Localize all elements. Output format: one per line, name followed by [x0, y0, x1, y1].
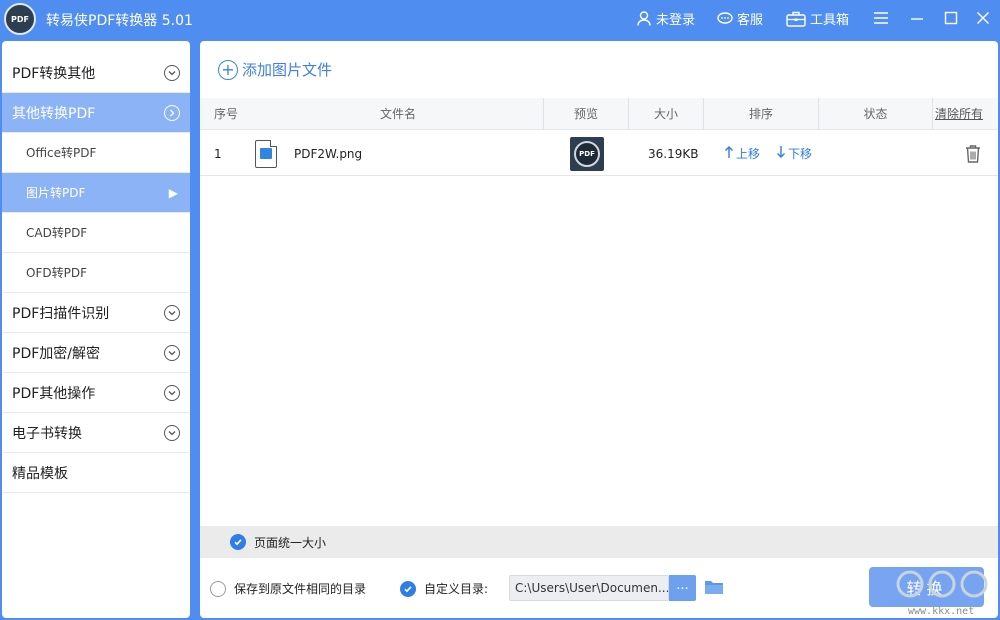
app-logo-text: PDF [11, 14, 29, 24]
sidebar-item-pdf-ocr[interactable]: PDF扫描件识别 [2, 293, 190, 333]
folder-icon[interactable] [704, 578, 724, 596]
arrow-up-icon [724, 145, 734, 162]
sidebar-item-pdf-to-other[interactable]: PDF转换其他 [2, 53, 190, 93]
sidebar-subitem-office-to-pdf[interactable]: Office转PDF [2, 133, 190, 173]
chevron-right-icon [164, 104, 180, 121]
close-icon[interactable] [973, 8, 993, 28]
sidebar-item-label: PDF加密/解密 [12, 345, 100, 362]
row-index: 1 [214, 146, 222, 161]
play-arrow-icon: ▶ [168, 185, 178, 200]
sidebar-subitem-cad-to-pdf[interactable]: CAD转PDF [2, 213, 190, 253]
title-bar: PDF 转易侠PDF转换器 5.01 未登录 客服 工具箱 [0, 0, 1000, 38]
move-up-link[interactable]: 上移 [724, 145, 760, 162]
clear-all-link[interactable]: 清除所有 [935, 98, 983, 130]
add-image-button[interactable]: + 添加图片文件 [218, 59, 332, 80]
bottom-bar: 保存到原文件相同的目录 自定义目录: C:\Users\User\Documen… [200, 558, 998, 618]
custom-dir-option[interactable]: 自定义目录: [400, 580, 488, 597]
toolbox-icon [786, 11, 806, 27]
login-label: 未登录 [656, 13, 696, 28]
browse-button[interactable]: ... [669, 575, 696, 601]
sidebar-item-label: 其他转换PDF [12, 105, 96, 122]
trash-icon [966, 144, 980, 163]
sidebar-item-ebook[interactable]: 电子书转换 [2, 413, 190, 453]
sidebar-item-label: PDF扫描件识别 [12, 305, 110, 322]
sidebar-item-label: 电子书转换 [12, 425, 82, 442]
toolbox-label: 工具箱 [810, 13, 850, 28]
sidebar-item-label: 精品模板 [12, 465, 68, 482]
sidebar-item-label: PDF其他操作 [12, 385, 96, 402]
delete-button[interactable] [964, 131, 982, 176]
col-size: 大小 [653, 107, 678, 121]
col-filename: 文件名 [379, 107, 416, 121]
sidebar-item-label: PDF转换其他 [12, 65, 96, 82]
save-same-dir-label: 保存到原文件相同的目录 [234, 582, 367, 596]
col-sort: 排序 [748, 107, 773, 121]
row-preview-thumbnail[interactable]: PDF [570, 131, 604, 176]
toolbox-button[interactable]: 工具箱 [786, 9, 849, 28]
main-panel: + 添加图片文件 序号 文件名 预览 大小 排序 状态 清除所有 1 PDF2W… [200, 41, 998, 618]
add-image-label: 添加图片文件 [242, 61, 333, 79]
app-logo: PDF [4, 3, 36, 35]
sidebar-item-label: OFD转PDF [26, 266, 87, 280]
chevron-down-icon [164, 64, 180, 81]
chevron-down-icon [164, 424, 180, 441]
move-up-label: 上移 [736, 147, 761, 161]
minimize-icon[interactable] [907, 8, 927, 28]
col-status: 状态 [863, 107, 888, 121]
sidebar-item-templates[interactable]: 精品模板 [2, 453, 190, 493]
menu-icon[interactable] [871, 8, 891, 28]
col-index: 序号 [213, 107, 238, 121]
watermark-url: www.kkx.net [908, 606, 975, 617]
service-label: 客服 [737, 13, 764, 28]
move-down-link[interactable]: 下移 [776, 145, 812, 162]
save-same-dir-option[interactable]: 保存到原文件相同的目录 [210, 580, 366, 597]
row-size: 36.19KB [648, 146, 699, 161]
sidebar-item-label: 图片转PDF [26, 186, 86, 200]
sidebar: PDF转换其他 其他转换PDF Office转PDF 图片转PDF ▶ CAD转… [2, 41, 190, 618]
sidebar-subitem-image-to-pdf[interactable]: 图片转PDF ▶ [2, 173, 190, 213]
uniform-size-option[interactable]: 页面统一大小 [200, 526, 998, 558]
sidebar-item-pdf-encrypt[interactable]: PDF加密/解密 [2, 333, 190, 373]
arrow-down-icon [776, 145, 786, 162]
checkbox-checked-icon[interactable] [400, 580, 416, 597]
sidebar-item-label: CAD转PDF [26, 226, 88, 240]
row-filename: PDF2W.png [294, 146, 363, 161]
output-path-field[interactable]: C:\Users\User\Documen... [509, 575, 669, 601]
convert-button[interactable]: 转换 [869, 567, 984, 607]
preview-text: PDF [574, 140, 600, 167]
chat-icon [717, 11, 733, 27]
col-preview: 预览 [573, 107, 598, 121]
table-header: 序号 文件名 预览 大小 排序 状态 清除所有 [200, 98, 998, 130]
plus-circle-icon: + [218, 59, 238, 80]
chevron-down-icon [164, 384, 180, 401]
service-button[interactable]: 客服 [717, 9, 763, 28]
chevron-down-icon [164, 344, 180, 361]
maximize-icon[interactable] [941, 8, 961, 28]
radio-unchecked[interactable] [210, 580, 226, 597]
sidebar-item-other-to-pdf[interactable]: 其他转换PDF [2, 93, 190, 133]
app-title: 转易侠PDF转换器 5.01 [46, 13, 193, 29]
custom-dir-label: 自定义目录: [424, 582, 489, 596]
move-down-label: 下移 [788, 147, 813, 161]
file-type-icon [255, 131, 277, 176]
sidebar-item-pdf-other-ops[interactable]: PDF其他操作 [2, 373, 190, 413]
uniform-size-label: 页面统一大小 [254, 535, 327, 550]
table-row: 1 PDF2W.png PDF 36.19KB 上移 下移 [200, 131, 998, 176]
checkbox-checked-icon[interactable] [230, 534, 246, 550]
sidebar-subitem-ofd-to-pdf[interactable]: OFD转PDF [2, 253, 190, 293]
login-button[interactable]: 未登录 [636, 9, 695, 28]
user-icon [636, 11, 652, 27]
chevron-down-icon [164, 304, 180, 321]
sidebar-item-label: Office转PDF [26, 146, 97, 160]
